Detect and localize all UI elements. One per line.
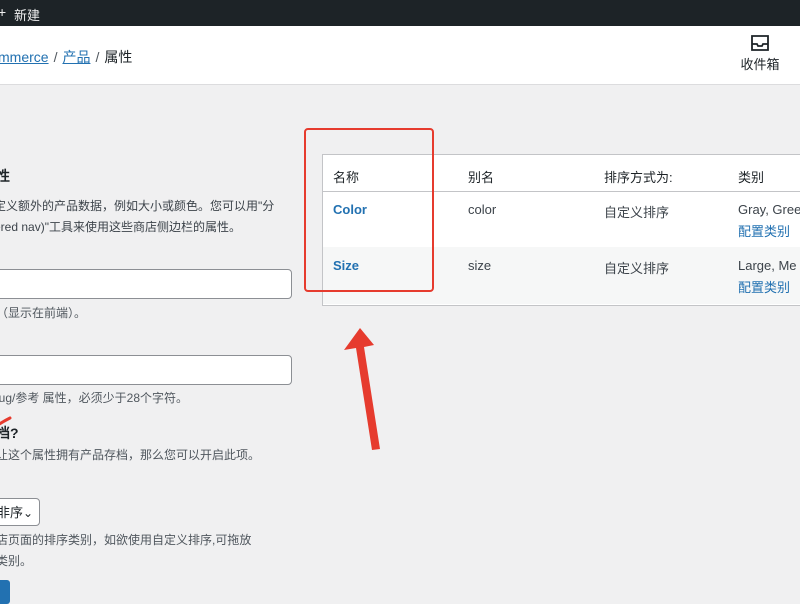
breadcrumb-separator: / (53, 49, 58, 65)
breadcrumb-woocommerce-link[interactable]: mmerce (0, 49, 49, 65)
default-sort-select[interactable]: 非序 ⌄ (0, 498, 40, 526)
attribute-slug-input[interactable] (0, 355, 292, 385)
attribute-terms: Large, Me (738, 258, 797, 273)
name-help-text: （显示在前端）。 (0, 306, 87, 320)
enable-archives-label: 档? (0, 425, 19, 441)
attribute-name-input[interactable] (0, 269, 292, 299)
form-description-line: ered nav)"工具来使用这些商店侧边栏的属性。 (0, 220, 241, 234)
sort-help-text: 店页面的排序类别，如欲使用自定义排序,可拖放 (0, 533, 252, 547)
inbox-button[interactable]: 收件箱 (730, 34, 790, 73)
column-header-slug[interactable]: 别名 (468, 167, 494, 186)
breadcrumb-current: 属性 (104, 49, 133, 65)
slug-help-text: lug/参考 属性，必须少于28个字符。 (0, 391, 189, 405)
attribute-slug: size (468, 258, 492, 273)
attribute-terms: Gray, Gree (738, 202, 800, 217)
column-header-terms[interactable]: 类别 (738, 167, 764, 186)
sort-select-value: 非序 (0, 505, 24, 520)
archives-help-text: 让这个属性拥有产品存档，那么您可以开启此项。 (0, 448, 261, 462)
inbox-icon (730, 34, 790, 52)
add-attribute-button[interactable] (0, 580, 10, 604)
breadcrumb-products-link[interactable]: 产品 (62, 49, 90, 65)
form-description: 定义额外的产品数据，例如大小或颜色。您可以用"分 ered nav)"工具来使用… (0, 196, 314, 238)
admin-bar: + 新建 (0, 0, 800, 26)
new-menu-item[interactable]: 新建 (14, 5, 40, 24)
add-attribute-title: 性 (0, 168, 10, 184)
form-description-line: 定义额外的产品数据，例如大小或颜色。您可以用"分 (0, 199, 275, 213)
breadcrumb-separator: / (95, 49, 100, 65)
chevron-down-icon: ⌄ (22, 506, 33, 520)
annotation-arrow (344, 328, 380, 450)
column-header-order-by[interactable]: 排序方式为: (604, 167, 673, 186)
annotation-highlight-box (304, 128, 434, 292)
plus-icon[interactable]: + (0, 4, 6, 20)
inbox-label: 收件箱 (740, 57, 780, 72)
attribute-slug: color (468, 202, 497, 217)
breadcrumb: mmerce / 产品 / 属性 (0, 47, 132, 67)
sort-help-text: 类别。 (0, 554, 33, 568)
page-header: mmerce / 产品 / 属性 收件箱 (0, 26, 800, 85)
configure-terms-link[interactable]: 配置类别 (738, 277, 790, 296)
configure-terms-link[interactable]: 配置类别 (738, 221, 790, 240)
attribute-order: 自定义排序 (604, 205, 670, 220)
attribute-order: 自定义排序 (604, 261, 670, 276)
